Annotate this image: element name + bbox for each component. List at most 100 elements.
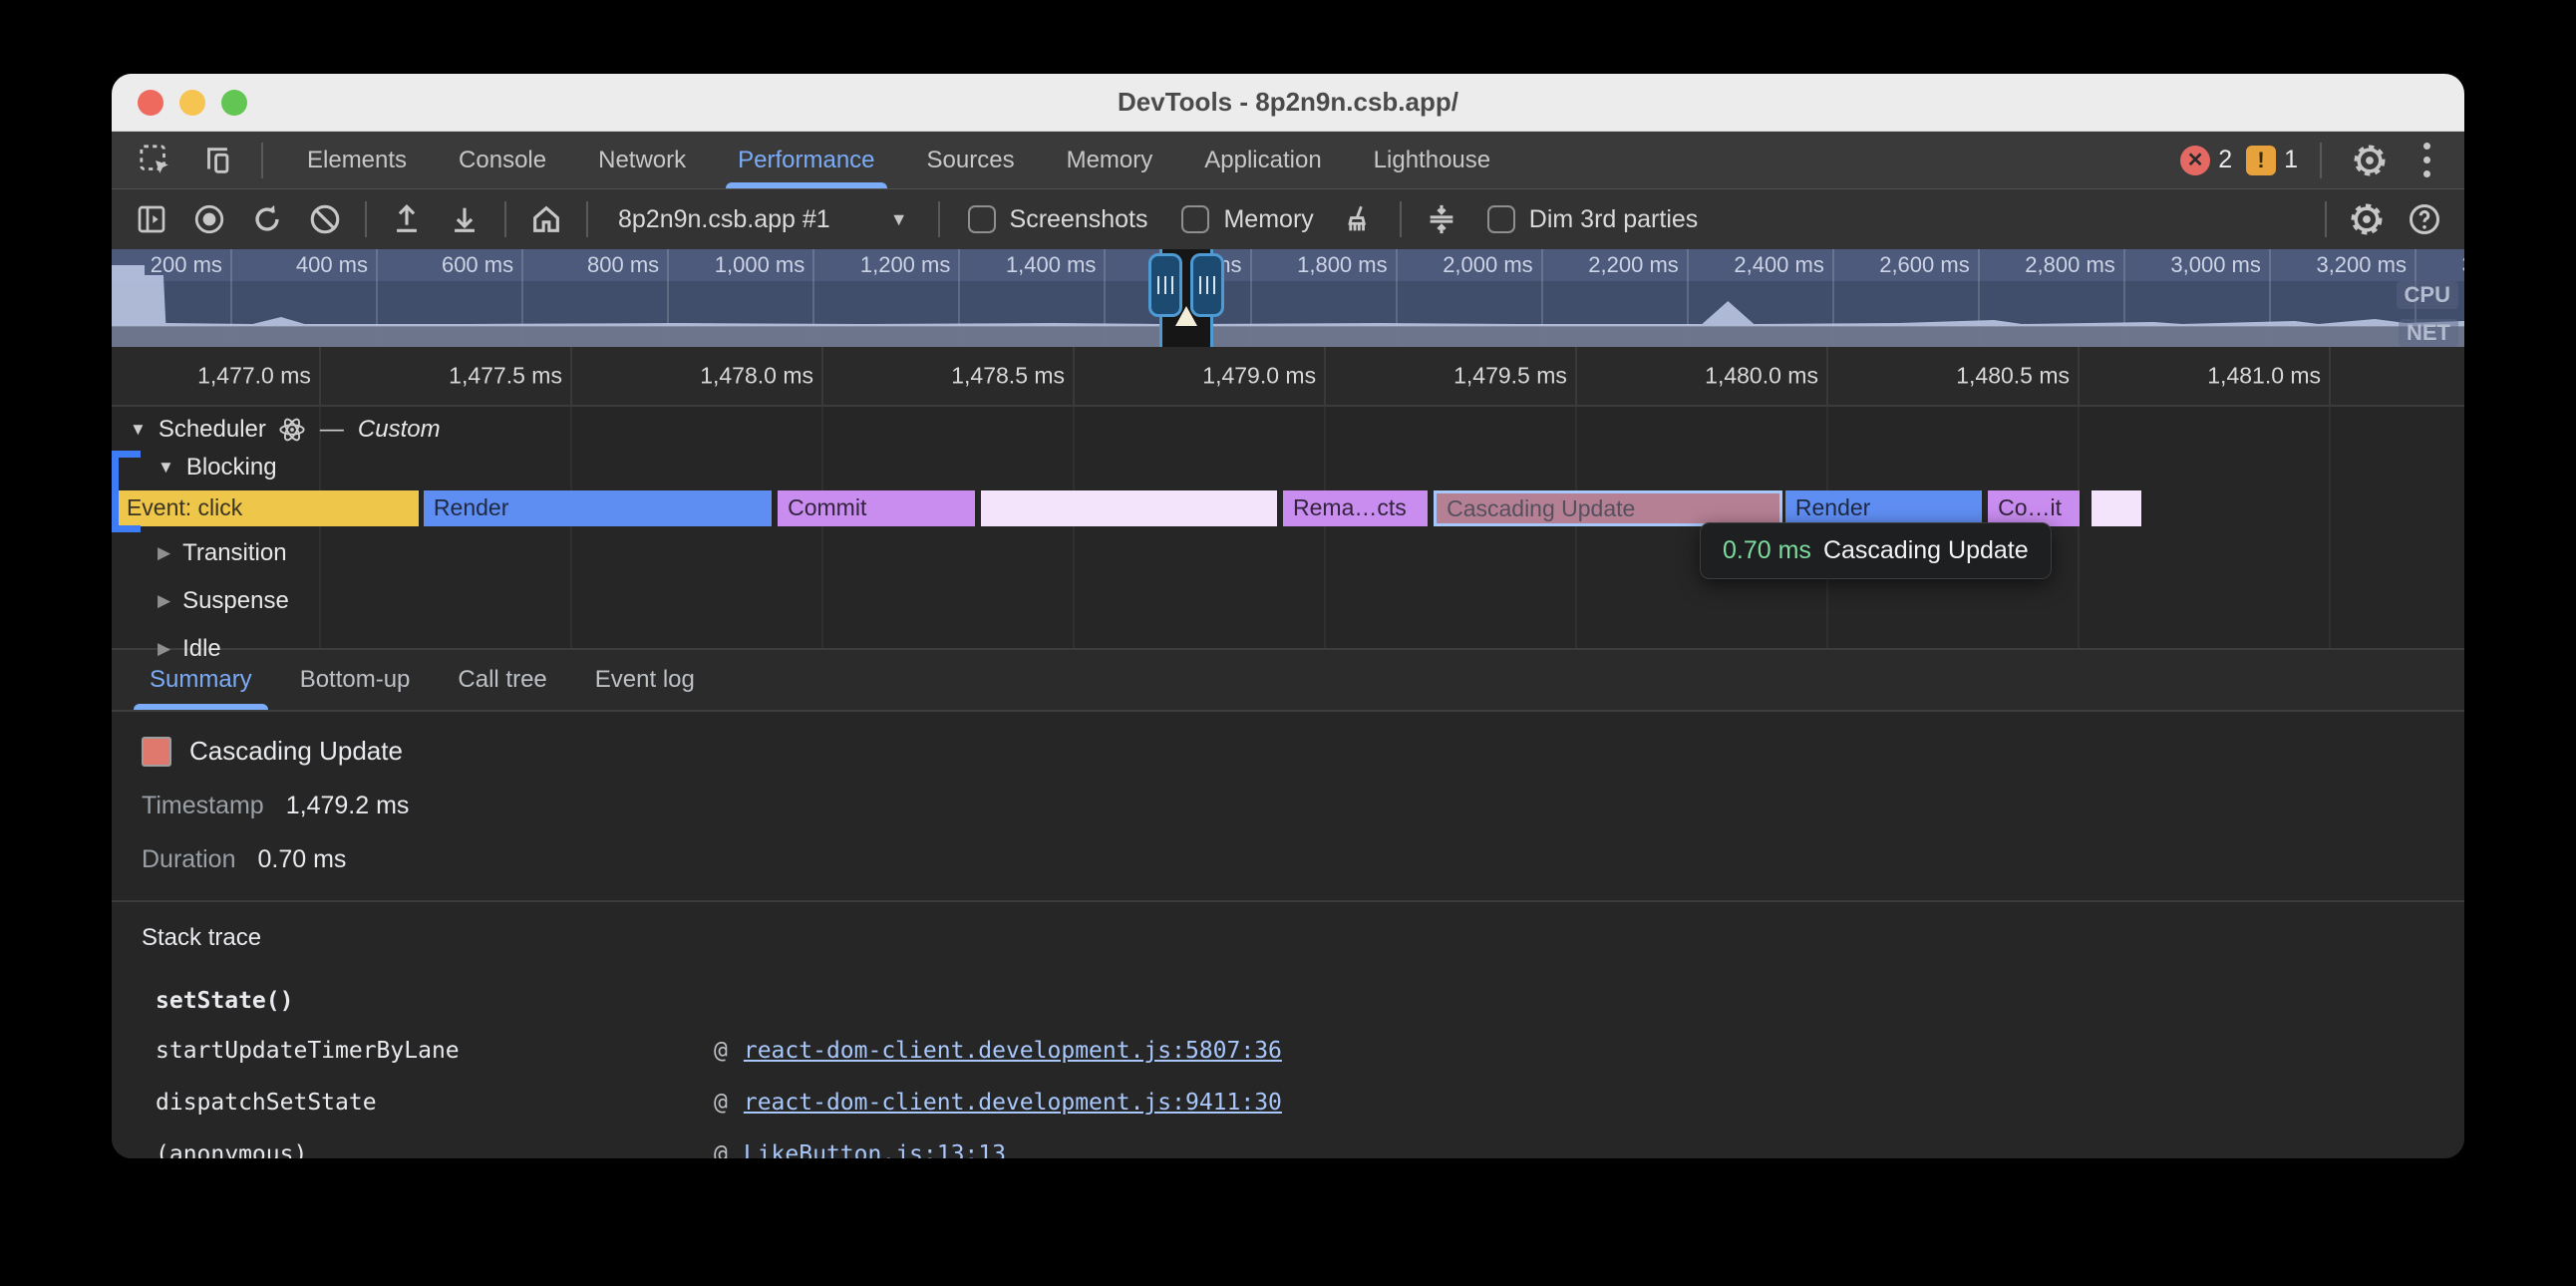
group-row[interactable]: ▶ Transition [112,532,2464,574]
group-label: Transition [182,539,286,567]
group-label: Blocking [186,454,277,482]
help-icon[interactable] [2399,196,2450,242]
summary-row: Duration 0.70 ms [142,845,2464,874]
event-tooltip: 0.70 ms Cascading Update [1700,522,2052,579]
target-selector-dropdown[interactable]: 8p2n9n.csb.app #1 ▼ [602,205,924,234]
upload-profile-icon[interactable] [381,196,433,242]
selected-group-bracket [112,451,138,532]
react-atom-icon [278,416,306,444]
disclosure-triangle-icon[interactable]: ▼ [130,420,147,440]
summary-row-value: 1,479.2 ms [286,792,410,820]
panel-tab[interactable]: Console [433,132,572,188]
capture-settings-gear-icon[interactable] [2341,196,2393,242]
checkbox-icon [1487,205,1515,233]
disclosure-triangle-icon[interactable]: ▶ [158,543,170,563]
summary-row-label: Duration [142,845,236,874]
error-icon: ✕ [2180,146,2210,175]
flamechart-event-bar[interactable]: Cascading Update [1434,490,1782,526]
record-icon[interactable] [183,196,235,242]
console-errors-badge[interactable]: ✕ 2 [2180,146,2232,175]
panel-tab[interactable]: Elements [281,132,433,188]
net-lane-label: NET [2399,319,2458,347]
issue-icon: ! [2246,146,2276,175]
summary-row: Timestamp 1,479.2 ms [142,792,2464,820]
device-toolbar-icon[interactable] [191,138,243,183]
panel-tab[interactable]: Application [1178,132,1347,188]
flamechart-event-bar[interactable]: Co…it [1988,490,2083,526]
toggle-sidebar-icon[interactable] [126,196,177,242]
overview-selection-window[interactable] [1148,249,1224,347]
flamechart-track-area[interactable]: ▼ Scheduler — Custom ▼ Blocking Event: c… [112,407,2464,648]
network-activity-band [112,326,2464,347]
error-count: 2 [2218,146,2232,174]
disclosure-triangle-icon[interactable]: ▶ [158,591,170,611]
devtools-tabbar: Elements Console Network Performance Sou… [112,132,2464,189]
settings-gear-icon[interactable] [2344,138,2396,183]
group-row[interactable]: ▶ Suspense [112,580,2464,622]
screenshots-label: Screenshots [1010,205,1148,234]
summary-row-value: 0.70 ms [258,845,347,874]
stack-trace-panel: Stack trace setState() startUpdateTimerB… [112,902,2464,1158]
group-row[interactable]: ▶ Idle [112,628,2464,670]
flamechart-event-bar[interactable]: Render [1785,490,1985,526]
garbage-collect-broom-icon[interactable] [1334,196,1386,242]
dim-3rd-parties-label: Dim 3rd parties [1529,205,1699,234]
memory-label: Memory [1223,205,1313,234]
collapse-tracks-icon[interactable] [1416,196,1467,242]
home-icon[interactable] [520,196,572,242]
panel-tab[interactable]: Performance [712,132,900,188]
separator [365,201,367,237]
group-blocking[interactable]: ▼ Blocking [112,453,2464,482]
devtools-window: DevTools - 8p2n9n.csb.app/ [112,74,2464,1158]
disclosure-triangle-icon[interactable]: ▼ [158,458,174,478]
minimize-window-button[interactable] [179,90,205,116]
stack-frame-source-link[interactable]: LikeButton.js:13:13 [744,1141,1006,1158]
selection-left-handle[interactable] [1148,253,1182,317]
panel-tabs: Elements Console Network Performance Sou… [281,132,1516,188]
flamechart-event-bar[interactable] [981,490,1280,526]
panel-tab[interactable]: Network [572,132,712,188]
flamechart-event-bar[interactable]: Render [424,490,775,526]
stack-frame-source-link[interactable]: react-dom-client.development.js:5807:36 [744,1038,1282,1064]
panel-tab[interactable]: Lighthouse [1348,132,1516,188]
flamechart-event-bar[interactable]: Commit [778,490,978,526]
dim-3rd-parties-checkbox[interactable]: Dim 3rd parties [1473,205,1713,234]
panel-tab[interactable]: Memory [1041,132,1179,188]
track-header-scheduler[interactable]: ▼ Scheduler — Custom [112,407,2464,453]
inspect-element-icon[interactable] [130,138,181,183]
traffic-lights [138,74,247,131]
flamechart-bars-row: Event: click Render Commit Rema…cts Casc… [112,490,2464,526]
tooltip-label: Cascading Update [1823,536,2029,564]
stack-frame-at: @ [714,1141,728,1158]
stack-frame-source-link[interactable]: react-dom-client.development.js:9411:30 [744,1090,1282,1116]
clear-icon[interactable] [299,196,351,242]
window-titlebar: DevTools - 8p2n9n.csb.app/ [112,74,2464,132]
separator [938,201,940,237]
stack-frame: startUpdateTimerByLane @ react-dom-clien… [156,1036,2464,1066]
close-window-button[interactable] [138,90,163,116]
separator [1400,201,1402,237]
selection-right-handle[interactable] [1190,253,1224,317]
stack-frame-function: (anonymous) [156,1141,714,1158]
zoom-window-button[interactable] [221,90,247,116]
record-and-reload-icon[interactable] [241,196,293,242]
separator [2320,143,2322,178]
window-title: DevTools - 8p2n9n.csb.app/ [1118,87,1458,118]
tooltip-duration: 0.70 ms [1723,536,1811,564]
memory-checkbox[interactable]: Memory [1167,205,1327,234]
console-issues-badge[interactable]: ! 1 [2246,146,2298,175]
flamechart-event-bar[interactable] [2092,490,2144,526]
panel-tab[interactable]: Sources [901,132,1041,188]
more-options-kebab-icon[interactable] [2410,135,2444,185]
disclosure-triangle-icon[interactable]: ▶ [158,639,170,659]
download-profile-icon[interactable] [439,196,490,242]
screenshots-checkbox[interactable]: Screenshots [954,205,1162,234]
stack-trace-header: setState() [156,988,2464,1014]
timeline-ruler[interactable]: 1,477.0 ms 1,477.5 ms 1,478.0 ms 1,478.5… [112,347,2464,407]
performance-toolbar: 8p2n9n.csb.app #1 ▼ Screenshots Memory [112,189,2464,249]
timeline-overview[interactable]: 200 ms 400 ms 600 ms 800 ms [112,249,2464,347]
flamechart-event-bar[interactable]: Event: click [117,490,422,526]
issue-count: 1 [2284,146,2298,174]
flamechart-event-bar[interactable]: Rema…cts [1283,490,1431,526]
stack-frame-function: dispatchSetState [156,1090,714,1116]
